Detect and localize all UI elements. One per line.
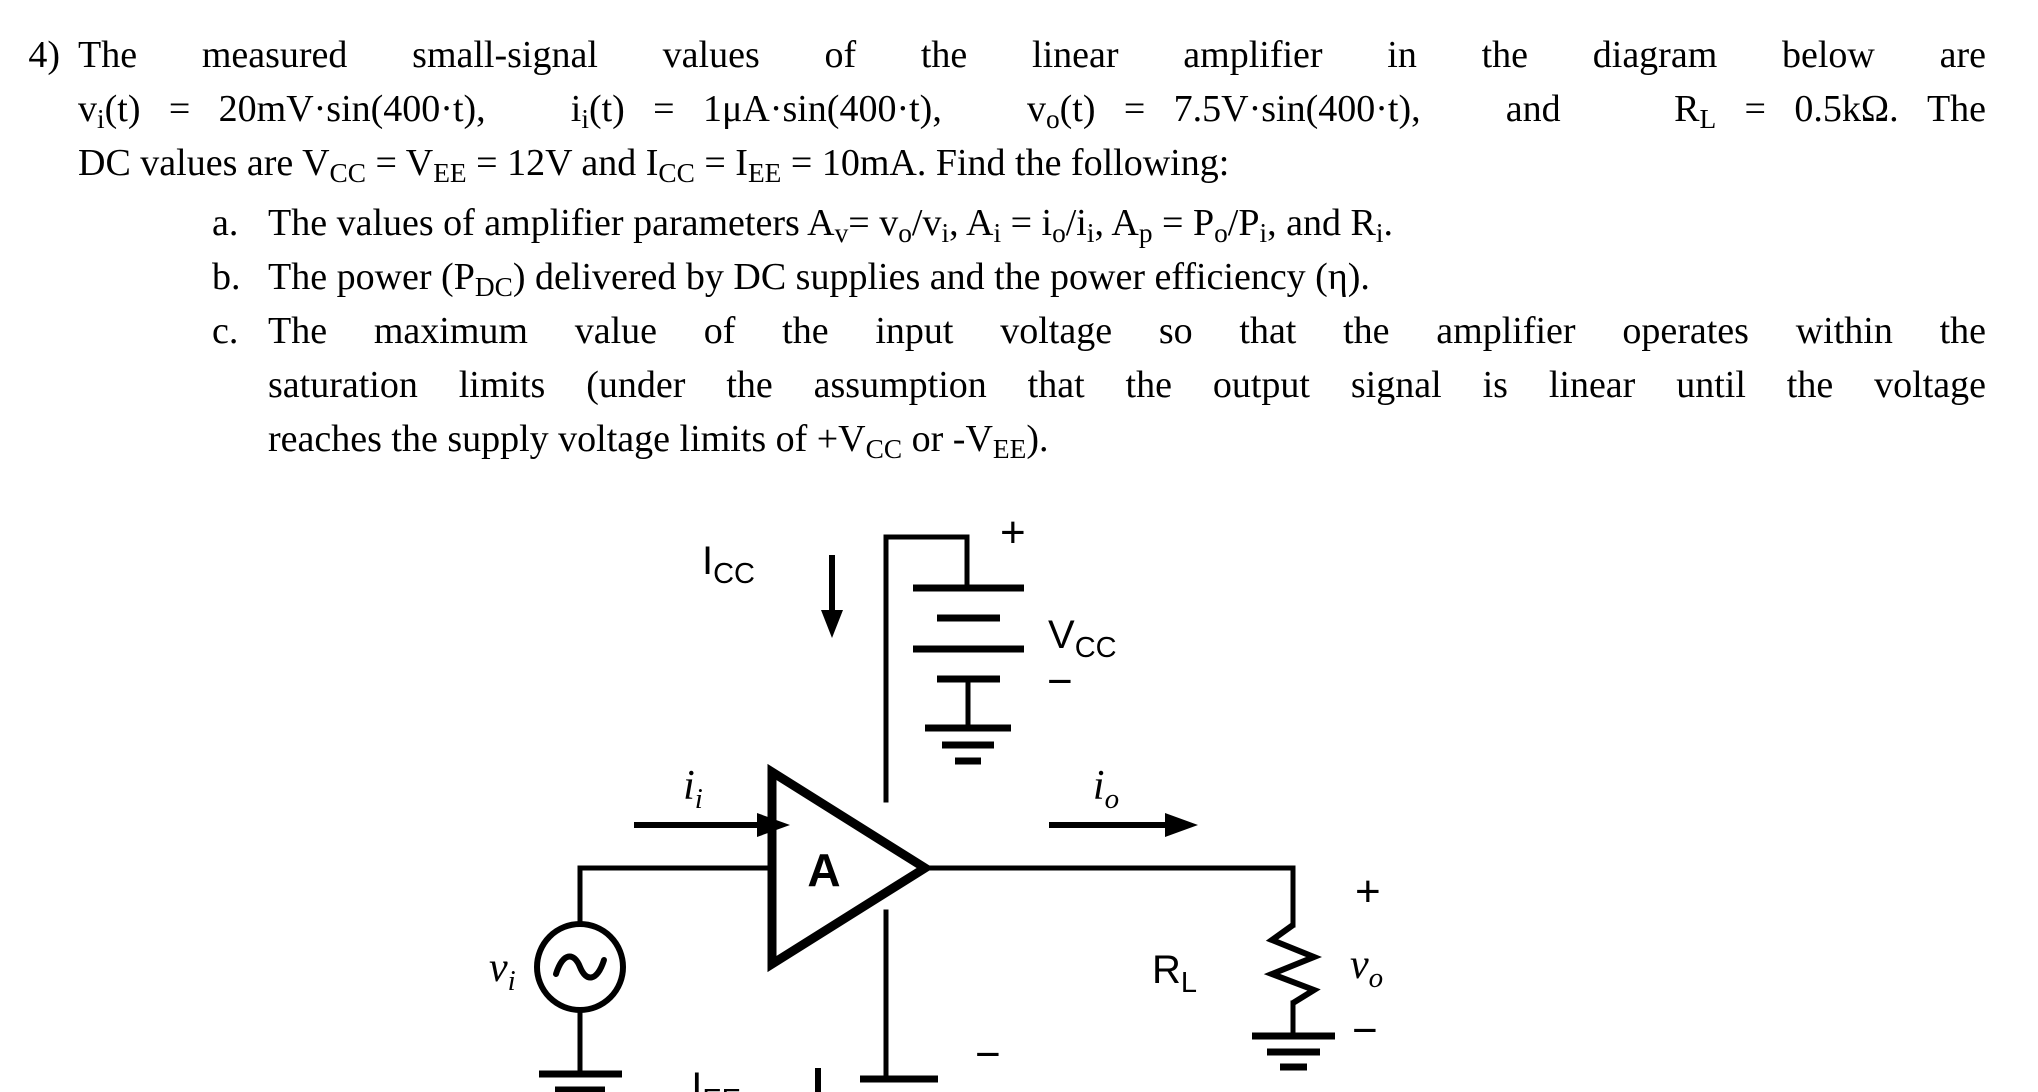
vo-plus-sign: + [1355, 867, 1381, 916]
ap-subscript: p [1138, 218, 1153, 249]
rl-expression: = 0.5kΩ. The [1744, 88, 1987, 130]
sub-item-c-line-1: The maximum value of the input voltage s… [268, 310, 1986, 352]
vcc-subscript: CC [329, 158, 367, 189]
vo-label: vo [1350, 942, 1383, 994]
ii-symbol: i [570, 88, 582, 130]
rl-resistor-symbol [1263, 922, 1322, 1006]
and-word: and [1505, 88, 1561, 130]
item-a-s6: , A [1094, 202, 1139, 244]
sub-item-c-letter: c. [212, 310, 239, 352]
problem-line-2-text: vi(t) = 20mV·sin(400·t), ii(t) = 1μA·sin… [78, 82, 2038, 136]
a-vo-subscript: o [898, 218, 912, 249]
ii-subscript: i [581, 104, 589, 135]
problem-line-3: DC values are VCC = VEE = 12V and ICC = … [0, 136, 2038, 190]
pdc-subscript: DC [474, 272, 513, 303]
av-subscript: v [834, 218, 849, 249]
vi-label: vi [489, 945, 516, 997]
iee-current-arrow [815, 1068, 821, 1092]
ii-label: ii [683, 763, 703, 815]
problem-line-1: 4) The measured small-signal values of t… [0, 28, 2038, 82]
iee-subscript: EE [747, 158, 782, 189]
rl-symbol: R [1674, 88, 1700, 130]
rl-label: RL [1152, 948, 1197, 999]
vee-subscript: EE [433, 158, 467, 189]
a-vi-subscript: i [941, 218, 950, 249]
item-c-mid: or -V [902, 418, 993, 460]
vi-subscript: i [97, 104, 105, 135]
amplifier-circuit-diagram: ICC VCC + − A ii io vi RL vo + − IEE VEE… [0, 500, 2038, 1092]
vcc-plus-sign: + [1000, 508, 1026, 557]
dc-mid-3: = I [694, 142, 748, 184]
dc-values-suffix: = 10mA. Find the following: [781, 142, 1230, 184]
problem-number: 4) [28, 34, 60, 76]
item-a-s3: , A [949, 202, 994, 244]
problem-line-1-text: The measured small-signal values of the … [78, 34, 1986, 76]
item-b-post: ) delivered by DC supplies and the power… [512, 256, 1370, 298]
sub-item-b-text: The power (PDC) delivered by DC supplies… [268, 250, 2038, 304]
item-a-s9: , and R [1267, 202, 1376, 244]
c-vcc-subscript: CC [865, 434, 903, 465]
vi-symbol: v [78, 88, 97, 130]
item-c-post: ). [1026, 418, 1049, 460]
item-a-s7: = P [1152, 202, 1215, 244]
sub-item-a: a. The values of amplifier parameters Av… [0, 196, 2038, 250]
pi-subscript: i [1259, 218, 1268, 249]
sub-item-a-text: The values of amplifier parameters Av= v… [268, 196, 2038, 250]
sub-item-b-letter: b. [212, 256, 241, 298]
vo-subscript: o [1045, 104, 1060, 135]
icc-current-arrow [821, 555, 843, 638]
ac-source-sine-icon [553, 953, 607, 981]
a-io-subscript: o [1052, 218, 1066, 249]
sub-item-c: c. The maximum value of the input voltag… [0, 304, 2038, 358]
item-a-s2: /v [911, 202, 942, 244]
problem-line-3-text: DC values are VCC = VEE = 12V and ICC = … [78, 136, 2038, 190]
problem-line-2: vi(t) = 20mV·sin(400·t), ii(t) = 1μA·sin… [0, 82, 2038, 136]
item-a-s4: = i [1001, 202, 1053, 244]
c-vee-subscript: EE [992, 434, 1027, 465]
item-c-pre: reaches the supply voltage limits of +V [268, 418, 866, 460]
item-a-pre: The values of amplifier parameters A [268, 202, 835, 244]
amplifier-label: A [807, 844, 840, 896]
vo-expression: (t) = 7.5V·sin(400·t), [1059, 88, 1421, 130]
icc-subscript: CC [658, 158, 695, 189]
ii-current-arrow [634, 813, 790, 837]
io-label: io [1093, 763, 1119, 815]
dc-mid-1: = V [366, 142, 434, 184]
ai-subscript: i [993, 218, 1002, 249]
po-subscript: o [1214, 218, 1228, 249]
problem-statement: 4) The measured small-signal values of t… [0, 28, 2038, 190]
vo-minus-sign: − [1352, 1006, 1378, 1055]
vcc-minus-sign: − [1047, 657, 1073, 706]
rl-subscript: L [1699, 104, 1717, 135]
iee-label: IEE [691, 1065, 741, 1092]
item-a-s10: . [1383, 202, 1393, 244]
dc-mid-2: = 12V and I [466, 142, 659, 184]
vee-minus-sign: − [975, 1030, 1001, 1079]
amplifier-triangle [767, 763, 934, 973]
dc-values-prefix: DC values are V [78, 142, 330, 184]
problem-sub-items: a. The values of amplifier parameters Av… [0, 196, 2038, 466]
ii-expression: (t) = 1μA·sin(400·t), [588, 88, 942, 130]
sub-item-b: b. The power (PDC) delivered by DC suppl… [0, 250, 2038, 304]
item-a-s8: /P [1227, 202, 1260, 244]
item-b-pre: The power (P [268, 256, 475, 298]
vi-expression: (t) = 20mV·sin(400·t), [104, 88, 486, 130]
sub-item-a-letter: a. [212, 202, 239, 244]
icc-label: ICC [702, 539, 755, 590]
io-current-arrow [1049, 813, 1198, 837]
sub-item-c-line-2: saturation limits (under the assumption … [268, 364, 1986, 406]
sub-item-c-line-3: reaches the supply voltage limits of +VC… [0, 412, 2038, 466]
item-a-s1: = v [848, 202, 899, 244]
vo-symbol: v [1026, 88, 1046, 130]
item-a-s5: /i [1065, 202, 1087, 244]
